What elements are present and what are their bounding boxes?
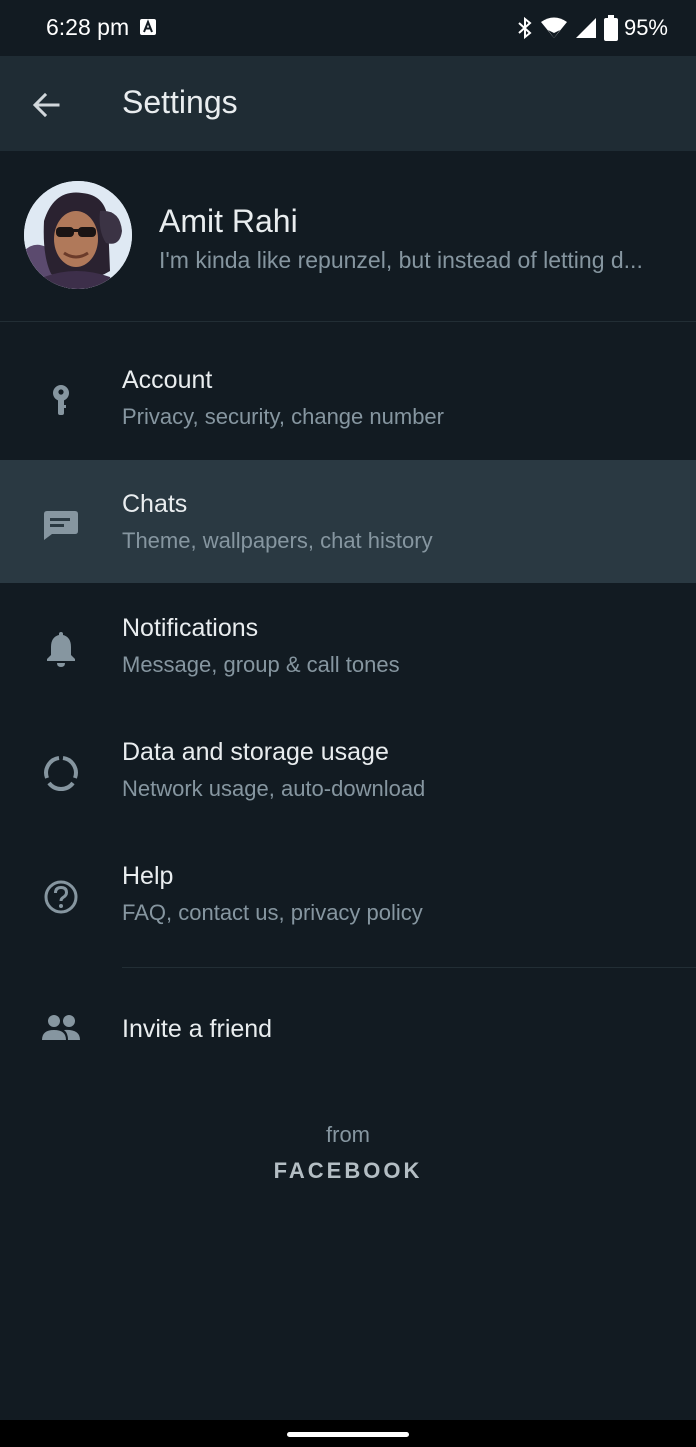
footer-brand: FACEBOOK — [273, 1158, 423, 1183]
menu-item-subtitle: Message, group & call tones — [122, 652, 400, 677]
menu-item-title: Notifications — [122, 614, 259, 642]
status-bar: 6:28 pm 95% — [0, 0, 696, 56]
chat-icon — [44, 511, 78, 540]
signal-icon — [575, 18, 596, 38]
invite-friend-row[interactable]: Invite a friend — [0, 968, 696, 1093]
menu-item-title: Data and storage usage — [122, 738, 389, 766]
invite-friend-label: Invite a friend — [122, 1015, 273, 1043]
menu-item-help[interactable]: Help FAQ, contact us, privacy policy — [0, 832, 696, 955]
profile-row[interactable]: Amit Rahi I'm kinda like repunzel, but i… — [0, 151, 696, 321]
menu-item-title: Account — [122, 366, 213, 394]
battery-icon — [603, 15, 618, 41]
menu-item-subtitle: Privacy, security, change number — [122, 404, 444, 429]
people-icon — [42, 1015, 80, 1040]
status-icons: 95% — [516, 14, 668, 42]
menu-item-title: Help — [122, 862, 174, 890]
page-title: Settings — [122, 84, 238, 120]
bell-icon — [47, 632, 75, 667]
home-gesture-handle[interactable] — [287, 1432, 409, 1437]
bluetooth-icon — [518, 16, 532, 40]
help-icon — [44, 880, 78, 914]
profile-name: Amit Rahi — [159, 203, 298, 239]
battery-percent: 95% — [623, 15, 668, 40]
key-icon — [53, 385, 69, 415]
avatar[interactable] — [24, 181, 132, 289]
wifi-icon — [540, 17, 567, 38]
menu-item-subtitle: FAQ, contact us, privacy policy — [122, 900, 423, 925]
divider — [0, 321, 696, 322]
menu-item-title: Chats — [122, 490, 188, 518]
profile-status: I'm kinda like repunzel, but instead of … — [159, 247, 643, 273]
menu-item-subtitle: Network usage, auto-download — [122, 776, 426, 801]
menu-item-data-storage[interactable]: Data and storage usage Network usage, au… — [0, 708, 696, 831]
menu-item-account[interactable]: Account Privacy, security, change number — [0, 336, 696, 459]
menu-item-subtitle: Theme, wallpapers, chat history — [122, 528, 433, 553]
menu-item-chats[interactable]: Chats Theme, wallpapers, chat history — [0, 460, 696, 583]
menu-item-notifications[interactable]: Notifications Message, group & call tone… — [0, 584, 696, 707]
arrow-left-icon[interactable] — [30, 88, 64, 122]
app-a-icon — [140, 19, 156, 35]
footer-from: from — [326, 1122, 370, 1147]
app-bar: Settings — [0, 56, 696, 151]
status-time: 6:28 pm — [46, 14, 130, 40]
system-nav-bar — [0, 1420, 696, 1447]
avatar-image — [24, 181, 132, 289]
data-usage-icon — [44, 756, 78, 791]
